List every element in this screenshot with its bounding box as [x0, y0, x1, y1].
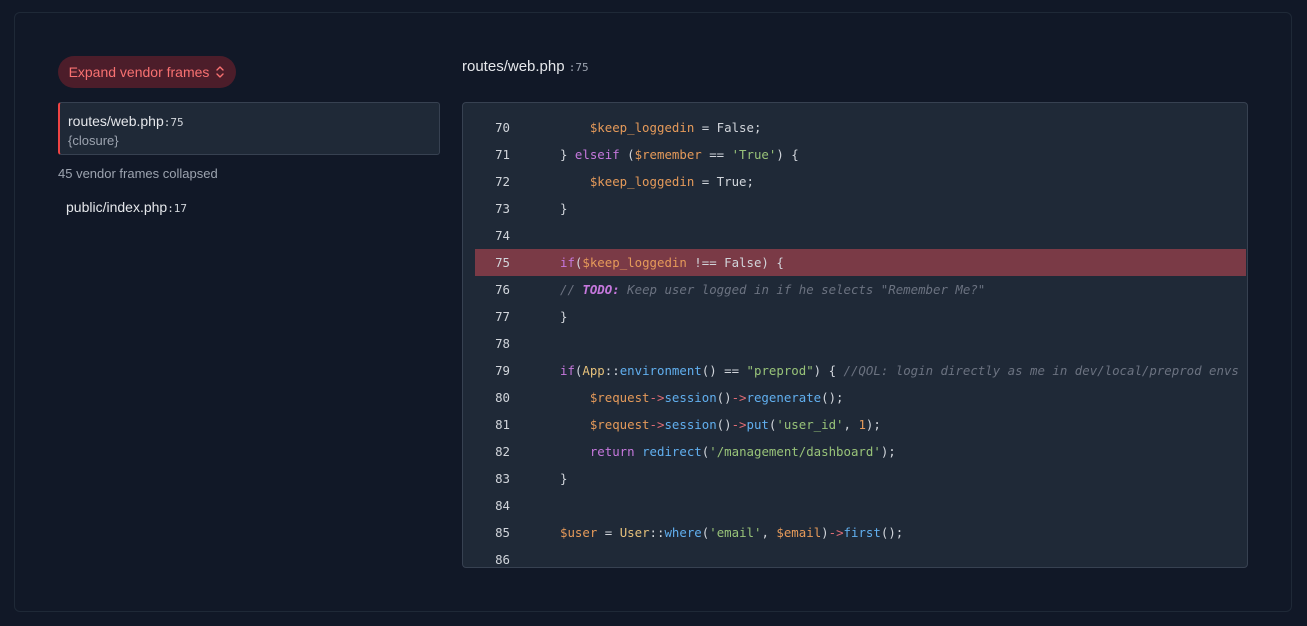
code-line: 79 if(App::environment() == "preprod") { … — [475, 357, 1246, 384]
code-line-text: $user = User::where('email', $email)->fi… — [560, 525, 904, 540]
code-line-text: } elseif ($remember == 'True') { — [560, 147, 799, 162]
code-line-number: 83 — [495, 471, 510, 486]
code-line-text: // TODO: Keep user logged in if he selec… — [560, 282, 986, 297]
code-line-text: $request->session()->put('user_id', 1); — [589, 417, 881, 432]
code-line-number: 70 — [495, 120, 510, 135]
frame-function-name: {closure} — [68, 133, 119, 148]
frame-line-number: :17 — [167, 202, 188, 215]
code-line: 84 — [475, 492, 1246, 519]
code-line-text: $keep_loggedin = False; — [589, 120, 762, 135]
code-line: 76 // TODO: Keep user logged in if he sel… — [475, 276, 1246, 303]
code-line-number: 84 — [495, 498, 510, 513]
code-file-header: routes/web.php :75 — [462, 58, 589, 77]
code-line: 74 — [475, 222, 1246, 249]
code-line: 75 if($keep_loggedin !== False) { — [475, 249, 1246, 276]
code-line: 72 $keep_loggedin = True; — [475, 168, 1246, 195]
code-snippet: 70 $keep_loggedin = False; 71 } elseif ($r… — [462, 102, 1248, 568]
code-line: 80 $request->session()->regenerate(); — [475, 384, 1246, 411]
code-line-text: } — [560, 201, 568, 216]
code-line-number: 85 — [495, 525, 510, 540]
code-line-text: return redirect('/management/dashboard')… — [589, 444, 896, 459]
code-line-text: if(App::environment() == "preprod") { //… — [560, 363, 1239, 378]
code-line: 70 $keep_loggedin = False; — [475, 114, 1246, 141]
code-line: 73} — [475, 195, 1246, 222]
stack-frame-selected[interactable]: routes/web.php:75 {closure} — [58, 102, 440, 155]
code-line: 78 — [475, 330, 1246, 357]
code-line: 82 return redirect('/management/dashboar… — [475, 438, 1246, 465]
expand-vendor-frames-label: Expand vendor frames — [68, 64, 210, 80]
vendor-frames-collapsed-note: 45 vendor frames collapsed — [58, 166, 218, 181]
chevron-up-down-icon — [215, 65, 225, 79]
code-line: 77} — [475, 303, 1246, 330]
code-line-number: :75 — [568, 61, 589, 74]
code-line-text: $keep_loggedin = True; — [589, 174, 754, 189]
code-line-number: 73 — [495, 201, 510, 216]
code-line-text: } — [560, 471, 568, 486]
frame-file-name: routes/web.php — [68, 113, 164, 129]
code-line-number: 81 — [495, 417, 510, 432]
code-line-number: 80 — [495, 390, 510, 405]
code-line-number: 72 — [495, 174, 510, 189]
code-line: 83} — [475, 465, 1246, 492]
code-line-number: 75 — [495, 255, 510, 270]
code-line: 86 — [475, 546, 1246, 567]
code-line-number: 77 — [495, 309, 510, 324]
code-line-number: 76 — [495, 282, 510, 297]
frame-line-number: :75 — [163, 116, 184, 129]
code-line: 81 $request->session()->put('user_id', 1… — [475, 411, 1246, 438]
code-file-name: routes/web.php — [462, 58, 565, 75]
code-line: 85 $user = User::where('email', $email)->… — [475, 519, 1246, 546]
code-line-number: 82 — [495, 444, 510, 459]
code-line-text: } — [560, 309, 568, 324]
code-line-number: 74 — [495, 228, 510, 243]
code-line-number: 79 — [495, 363, 510, 378]
expand-vendor-frames-button[interactable]: Expand vendor frames — [58, 56, 236, 88]
code-line: 71 } elseif ($remember == 'True') { — [475, 141, 1246, 168]
code-line-number: 78 — [495, 336, 510, 351]
code-line-text: $request->session()->regenerate(); — [589, 390, 844, 405]
code-line-number: 86 — [495, 552, 510, 567]
code-line-text: if($keep_loggedin !== False) { — [560, 255, 784, 270]
code-line-number: 71 — [495, 147, 510, 162]
frame-file-name: public/index.php — [66, 199, 168, 215]
stack-frame[interactable]: public/index.php:17 — [66, 198, 187, 218]
